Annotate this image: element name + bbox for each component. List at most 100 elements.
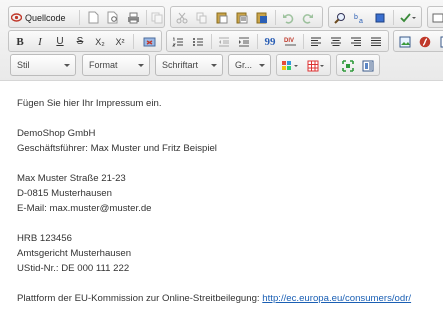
new-page-button[interactable] (84, 9, 102, 26)
document-group: Quellcode (8, 6, 165, 28)
undo-icon (283, 13, 294, 24)
source-icon (10, 12, 23, 23)
source-button[interactable]: Quellcode (10, 9, 73, 26)
paste-text-button[interactable] (233, 9, 251, 26)
preview-icon (107, 11, 118, 24)
style-combo[interactable]: Stil (10, 54, 76, 76)
preview-button[interactable] (104, 9, 122, 26)
chevron-down-icon (138, 64, 144, 67)
background-color-icon (307, 60, 324, 71)
blockquote-button[interactable]: 99 (261, 33, 279, 50)
platform-line: Plattform der EU-Kommission zur Online-S… (17, 291, 437, 306)
toolbar-divider (0, 80, 443, 81)
indent-icon (239, 37, 249, 46)
vat-line: UStid-Nr.: DE 000 111 222 (17, 263, 130, 274)
bold-button[interactable]: B (11, 33, 29, 50)
form-icon (432, 13, 443, 22)
maximize-button[interactable] (339, 57, 357, 74)
align-right-icon (351, 37, 361, 46)
paragraph-group: 99 DIV (166, 30, 389, 52)
align-center-icon (331, 37, 341, 46)
redo-button[interactable] (299, 9, 317, 26)
svg-text:b: b (354, 14, 358, 21)
email-line: E-Mail: max.muster@muster.de (17, 203, 152, 214)
strike-button[interactable]: S (71, 33, 89, 50)
tools-group (336, 54, 380, 76)
templates-icon (151, 12, 163, 23)
create-div-button[interactable]: DIV (281, 33, 299, 50)
company-name: DemoShop GmbH (17, 128, 96, 139)
copy-button[interactable] (193, 9, 211, 26)
paste-word-button[interactable] (253, 9, 271, 26)
editor-toolbar: Quellcode b a B I U S X₂ X² 99 DIV Stil … (0, 0, 443, 81)
spellcheck-button[interactable] (397, 9, 419, 26)
select-all-button[interactable] (371, 9, 389, 26)
forms-group (427, 6, 443, 28)
image-button[interactable] (396, 33, 414, 50)
flash-icon (419, 36, 431, 47)
hrb-line: HRB 123456 (17, 233, 72, 244)
create-div-icon: DIV (284, 38, 296, 45)
colors-group (276, 54, 331, 76)
find-button[interactable] (331, 9, 349, 26)
print-button[interactable] (124, 9, 142, 26)
underline-button[interactable]: U (51, 33, 69, 50)
text-color-button[interactable] (279, 57, 303, 74)
templates-button[interactable] (148, 9, 166, 26)
bulleted-list-button[interactable] (189, 33, 207, 50)
align-center-button[interactable] (327, 33, 345, 50)
subscript-button[interactable]: X₂ (91, 33, 109, 50)
flash-button[interactable] (416, 33, 434, 50)
paste-icon (216, 12, 228, 24)
format-combo[interactable]: Format (82, 54, 150, 76)
indent-button[interactable] (235, 33, 253, 50)
cut-icon (176, 12, 188, 23)
editor-content[interactable]: Fügen Sie hier Ihr Impressum ein. DemoSh… (17, 96, 437, 306)
undo-button[interactable] (279, 9, 297, 26)
italic-button[interactable]: I (31, 33, 49, 50)
svg-text:DIV: DIV (284, 38, 294, 44)
platform-link[interactable]: http://ec.europa.eu/consumers/odr/ (262, 293, 411, 304)
text-color-icon (282, 60, 298, 70)
insert-group (393, 30, 443, 52)
table-button[interactable] (436, 33, 443, 50)
ceo-line: Geschäftsführer: Max Muster und Fritz Be… (17, 143, 217, 154)
paste-word-icon (256, 12, 267, 24)
image-icon (399, 36, 411, 47)
align-justify-button[interactable] (367, 33, 385, 50)
outdent-button[interactable] (215, 33, 233, 50)
remove-format-icon (143, 37, 155, 46)
remove-format-button[interactable] (140, 33, 158, 50)
bulleted-list-icon (193, 37, 203, 46)
source-label: Quellcode (25, 12, 66, 23)
replace-button[interactable]: ba (351, 9, 369, 26)
paste-text-icon (236, 12, 248, 24)
paste-button[interactable] (213, 9, 231, 26)
print-icon (127, 12, 139, 23)
show-blocks-button[interactable] (359, 57, 377, 74)
align-right-button[interactable] (347, 33, 365, 50)
platform-text: Plattform der EU-Kommission zur Online-S… (17, 293, 263, 304)
superscript-button[interactable]: X² (111, 33, 129, 50)
redo-icon (302, 13, 313, 24)
chevron-down-icon (259, 64, 265, 67)
select-all-icon (375, 13, 385, 22)
numbered-list-button[interactable] (169, 33, 187, 50)
spellcheck-icon (400, 12, 416, 22)
new-page-icon (88, 11, 98, 24)
replace-icon: ba (354, 14, 363, 24)
svg-text:a: a (359, 18, 363, 24)
align-left-button[interactable] (307, 33, 325, 50)
cut-button[interactable] (173, 9, 191, 26)
find-icon (334, 12, 345, 24)
form-button[interactable] (429, 9, 443, 26)
size-combo[interactable]: Gr... (228, 54, 271, 76)
font-combo-label: Schriftart (162, 60, 199, 70)
clipboard-group (170, 6, 323, 28)
outdent-icon (219, 37, 229, 46)
numbered-list-icon (172, 37, 183, 46)
font-combo[interactable]: Schriftart (155, 54, 223, 76)
background-color-button[interactable] (305, 57, 329, 74)
maximize-icon (342, 59, 354, 72)
format-combo-label: Format (89, 60, 118, 70)
